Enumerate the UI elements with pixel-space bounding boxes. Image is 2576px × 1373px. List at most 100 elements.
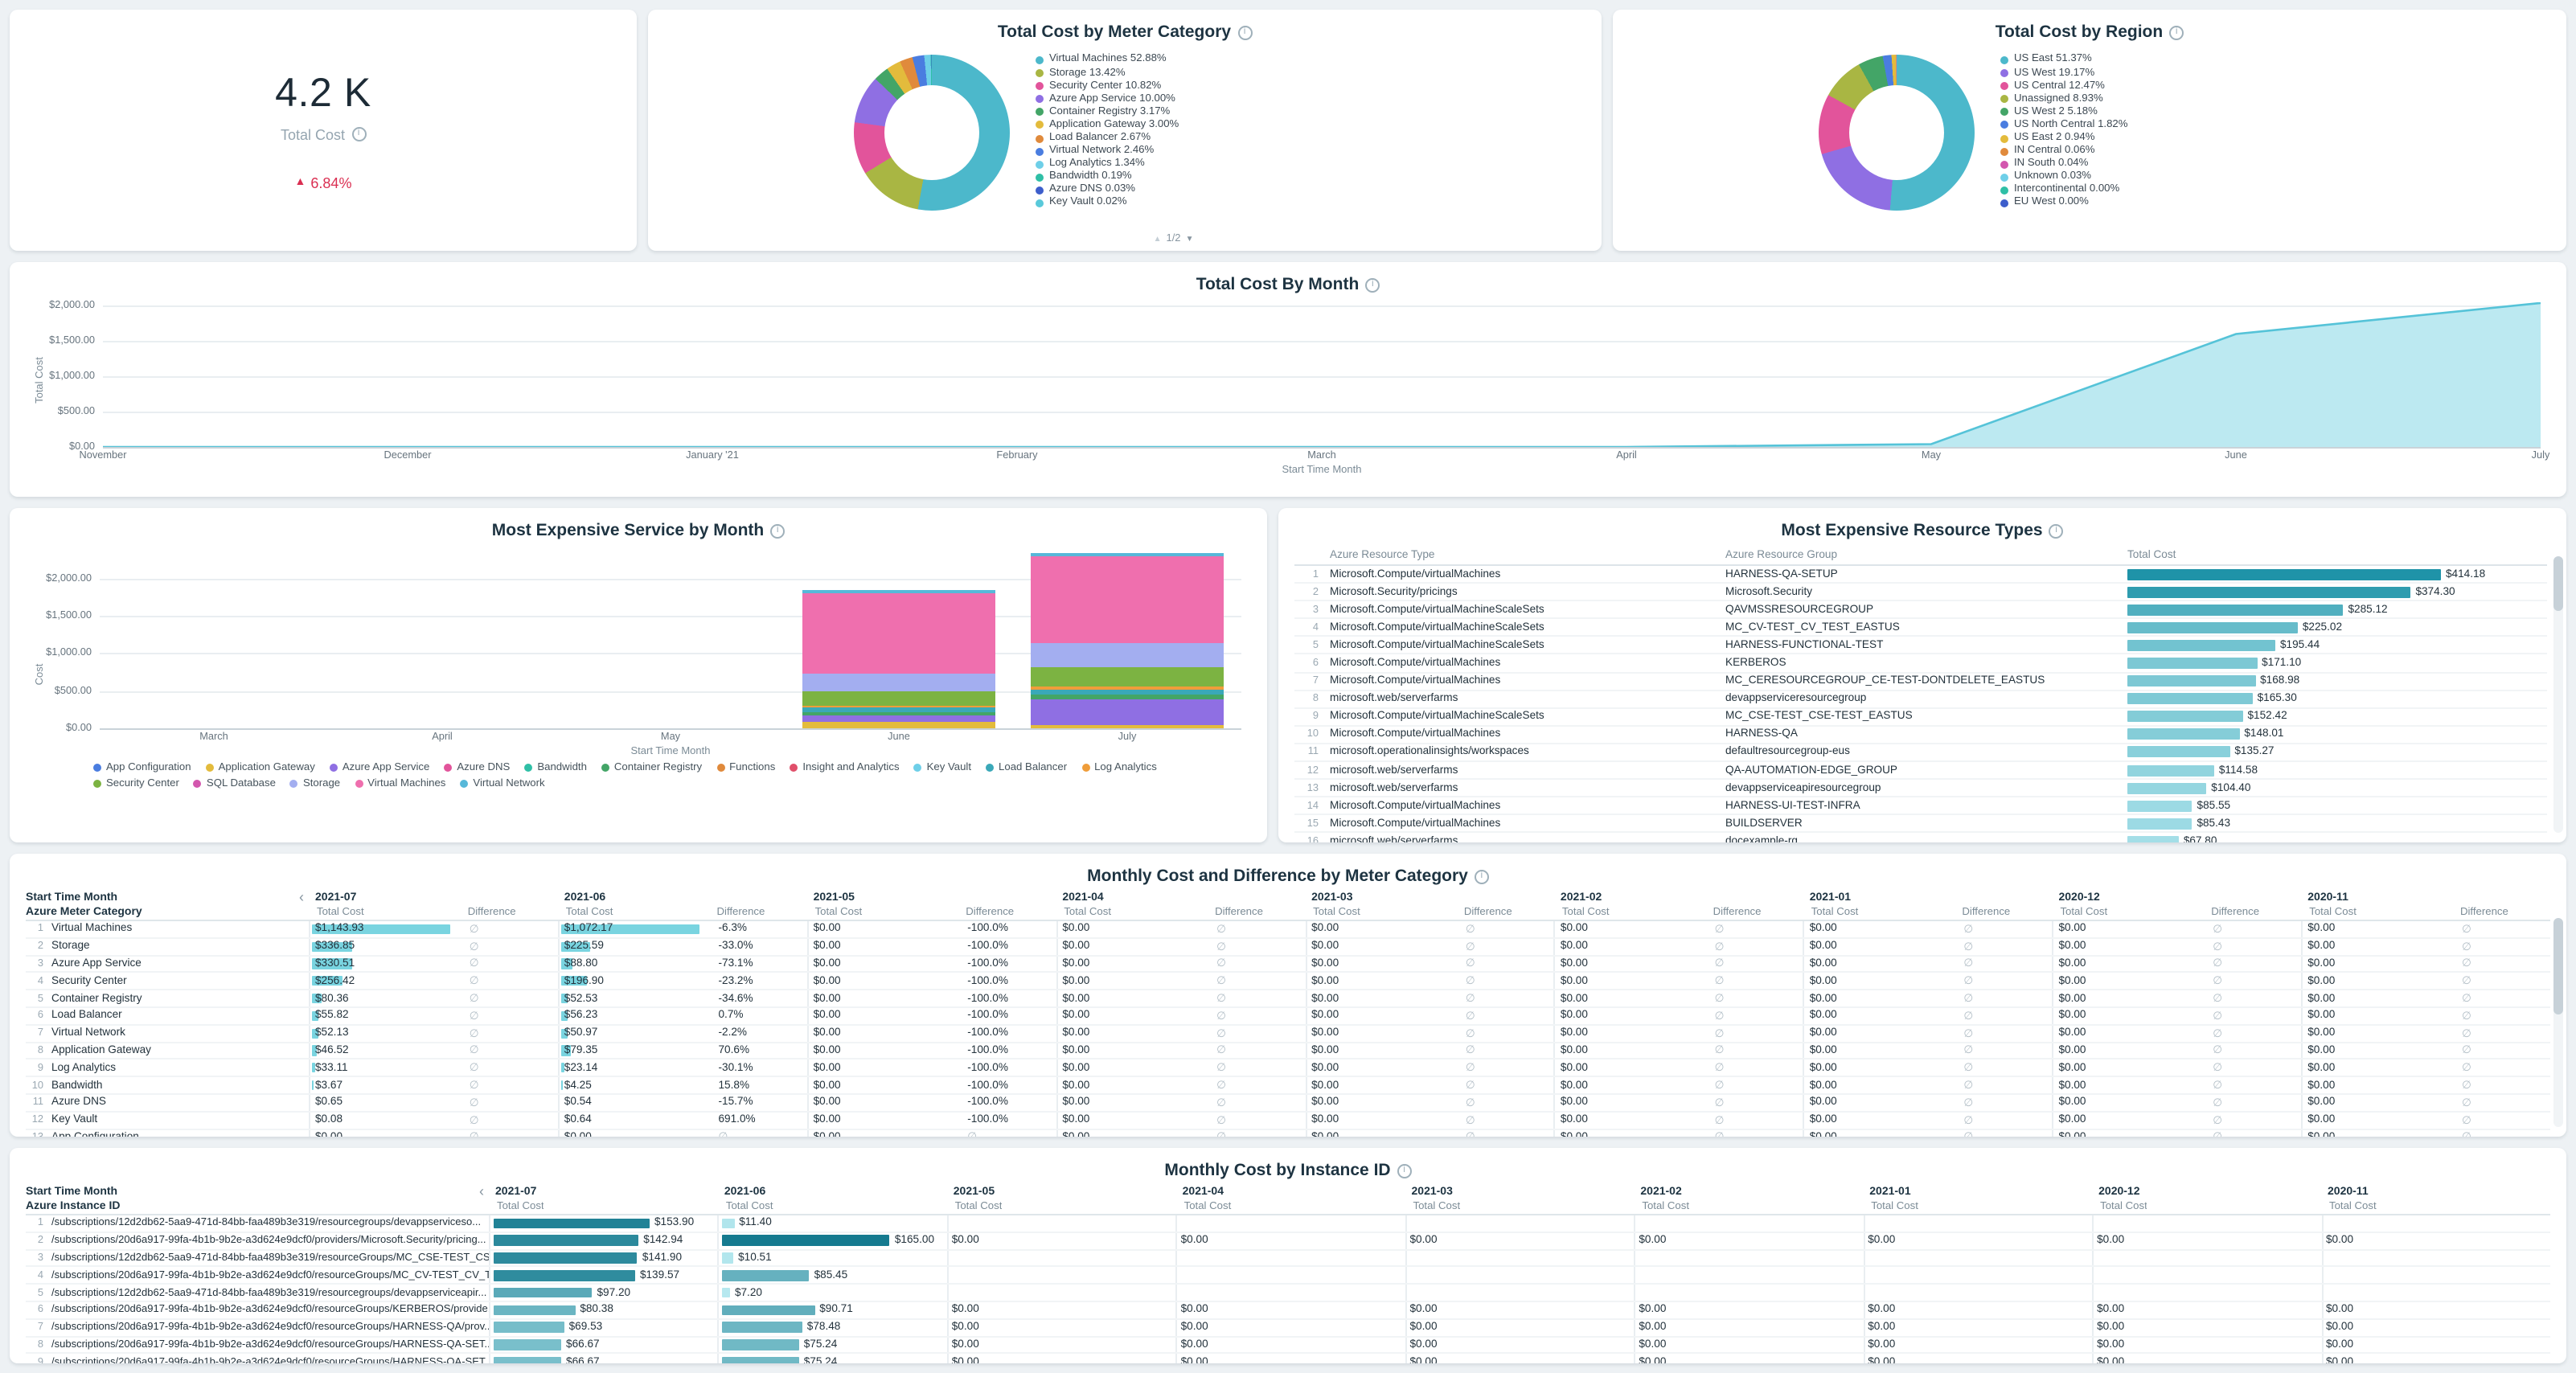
month-header-2021-06[interactable]: 2021-06 — [718, 1186, 947, 1197]
table-row[interactable]: 2/subscriptions/20d6a917-99fa-4b1b-9b2e-… — [26, 1233, 2550, 1251]
sub-column-header[interactable]: Difference — [2454, 907, 2550, 918]
legend-item-us-central[interactable]: US Central 12.47% — [2000, 80, 2329, 92]
table-row[interactable]: 5Container Registry$80.36∅$52.53-34.6%$0… — [26, 990, 2550, 1008]
resource-group-cell[interactable]: HARNESS-QA-SETUP — [1725, 568, 2127, 580]
legend-item-azure-dns[interactable]: Azure DNS — [444, 762, 510, 773]
legend-item-unknown[interactable]: Unknown 0.03% — [2000, 171, 2329, 184]
legend-item-us-east[interactable]: US East 51.37% — [2000, 54, 2329, 67]
instance-id-cell[interactable]: 1/subscriptions/12d2db62-5aa9-471d-84bb-… — [26, 1215, 489, 1232]
resource-type-cell[interactable]: Microsoft.Compute/virtualMachines — [1330, 675, 1725, 686]
bar-segment-azure-app-service[interactable] — [803, 715, 995, 722]
table-row[interactable]: 15Microsoft.Compute/virtualMachinesBUILD… — [1294, 816, 2547, 834]
resource-group-cell[interactable]: HARNESS-UI-TEST-INFRA — [1725, 801, 2127, 812]
instance-id-cell[interactable]: 9/subscriptions/20d6a917-99fa-4b1b-9b2e-… — [26, 1355, 489, 1363]
legend-item-log-analytics[interactable]: Log Analytics 1.34% — [1035, 158, 1364, 170]
month-header-2021-07[interactable]: 2021-07 — [489, 1186, 718, 1197]
legend-item-bandwidth[interactable]: Bandwidth — [524, 762, 587, 773]
legend-item-load-balancer[interactable]: Load Balancer 2.67% — [1035, 132, 1364, 145]
resource-type-cell[interactable]: Microsoft.Compute/virtualMachines — [1330, 568, 1725, 580]
resource-type-cell[interactable]: Microsoft.Compute/virtualMachines — [1330, 658, 1725, 669]
table-row[interactable]: 6/subscriptions/20d6a917-99fa-4b1b-9b2e-… — [26, 1302, 2550, 1320]
legend-item-bandwidth[interactable]: Bandwidth 0.19% — [1035, 171, 1364, 184]
table-row[interactable]: 8/subscriptions/20d6a917-99fa-4b1b-9b2e-… — [26, 1337, 2550, 1355]
table-row[interactable]: 3Microsoft.Compute/virtualMachineScaleSe… — [1294, 601, 2547, 619]
meter-category-cell[interactable]: 7Virtual Network — [26, 1026, 309, 1042]
resource-group-cell[interactable]: HARNESS-FUNCTIONAL-TEST — [1725, 640, 2127, 651]
pager-down-icon[interactable]: ▼ — [1186, 234, 1194, 244]
meter-category-cell[interactable]: 3Azure App Service — [26, 956, 309, 972]
sub-column-header[interactable]: Difference — [1208, 907, 1305, 918]
table-row[interactable]: 5Microsoft.Compute/virtualMachineScaleSe… — [1294, 637, 2547, 655]
resource-group-cell[interactable]: MC_CSE-TEST_CSE-TEST_EASTUS — [1725, 711, 2127, 723]
bar-segment-virtual-machines[interactable] — [803, 593, 995, 674]
resource-type-cell[interactable]: Microsoft.Compute/virtualMachineScaleSet… — [1330, 711, 1725, 723]
resource-type-cell[interactable]: Microsoft.Compute/virtualMachineScaleSet… — [1330, 640, 1725, 651]
legend-item-in-central[interactable]: IN Central 0.06% — [2000, 145, 2329, 158]
resource-type-cell[interactable]: microsoft.web/serverfarms — [1330, 693, 1725, 704]
stacked-bar-april[interactable] — [347, 548, 539, 728]
sub-column-header[interactable]: Difference — [1458, 907, 1554, 918]
meter-category-cell[interactable]: 13App Configuration — [26, 1129, 309, 1137]
legend-item-intercontinental[interactable]: Intercontinental 0.00% — [2000, 184, 2329, 197]
column-header-resource-group[interactable]: Azure Resource Group — [1725, 550, 2127, 561]
sub-column-header[interactable]: Difference — [1707, 907, 1803, 918]
area-chart-svg[interactable] — [103, 302, 2541, 447]
legend-pager[interactable]: ▲ 1/2 ▼ — [1154, 233, 1194, 244]
legend-item-storage[interactable]: Storage — [290, 778, 340, 789]
bar-segment-container-registry[interactable] — [1032, 694, 1224, 700]
table-row[interactable]: 7Microsoft.Compute/virtualMachinesMC_CER… — [1294, 673, 2547, 691]
previous-months-chevron-icon[interactable]: ‹ — [299, 889, 309, 905]
month-header-2020-11[interactable]: 2020-11 — [2301, 891, 2550, 903]
month-header-2021-06[interactable]: 2021-06 — [558, 891, 807, 903]
sub-column-header[interactable]: Difference — [1955, 907, 2052, 918]
table-row[interactable]: 3/subscriptions/12d2db62-5aa9-471d-84bb-… — [26, 1250, 2550, 1268]
bar-segment-application-gateway[interactable] — [803, 723, 995, 728]
info-icon[interactable]: i — [351, 127, 366, 141]
sub-column-header[interactable]: Total Cost — [2094, 1201, 2147, 1212]
month-header-2020-11[interactable]: 2020-11 — [2321, 1186, 2550, 1197]
meter-category-cell[interactable]: 5Container Registry — [26, 990, 309, 1006]
bar-segment-virtual-machines[interactable] — [1032, 557, 1224, 643]
sub-column-header[interactable]: Total Cost — [720, 1201, 773, 1212]
info-icon[interactable]: i — [2169, 25, 2184, 39]
info-icon[interactable]: i — [1397, 1163, 1412, 1178]
sub-column-header[interactable]: Total Cost — [1556, 907, 1707, 918]
bar-segment-azure-app-service[interactable] — [1032, 700, 1224, 725]
resource-group-cell[interactable]: HARNESS-QA — [1725, 729, 2127, 740]
table-row[interactable]: 9Microsoft.Compute/virtualMachineScaleSe… — [1294, 709, 2547, 727]
instance-id-cell[interactable]: 4/subscriptions/20d6a917-99fa-4b1b-9b2e-… — [26, 1268, 489, 1284]
month-header-2021-07[interactable]: 2021-07 — [309, 891, 558, 903]
sub-column-header[interactable]: Total Cost — [809, 907, 960, 918]
info-icon[interactable]: i — [1237, 25, 1252, 39]
table-row[interactable]: 4Security Center$256.42∅$196.90-23.2%$0.… — [26, 973, 2550, 991]
resource-group-cell[interactable]: MC_CV-TEST_CV_TEST_EASTUS — [1725, 622, 2127, 633]
info-icon[interactable]: i — [1365, 277, 1380, 292]
meter-category-cell[interactable]: 8Application Gateway — [26, 1043, 309, 1059]
sub-column-header[interactable]: Total Cost — [1864, 1201, 1918, 1212]
sub-column-header[interactable]: Difference — [711, 907, 807, 918]
legend-item-us-east-2[interactable]: US East 2 0.94% — [2000, 132, 2329, 145]
instance-id-cell[interactable]: 7/subscriptions/20d6a917-99fa-4b1b-9b2e-… — [26, 1320, 489, 1336]
resource-group-cell[interactable]: Microsoft.Security — [1725, 586, 2127, 597]
legend-item-azure-dns[interactable]: Azure DNS 0.03% — [1035, 184, 1364, 197]
legend-item-sql-database[interactable]: SQL Database — [194, 778, 276, 789]
sub-column-header[interactable]: Total Cost — [1805, 907, 1956, 918]
table-row[interactable]: 14Microsoft.Compute/virtualMachinesHARNE… — [1294, 797, 2547, 815]
legend-item-us-west-2[interactable]: US West 2 5.18% — [2000, 106, 2329, 119]
sub-column-header[interactable]: Total Cost — [1306, 907, 1458, 918]
resource-group-cell[interactable]: BUILDSERVER — [1725, 818, 2127, 830]
resource-group-cell[interactable]: KERBEROS — [1725, 658, 2127, 669]
table-row[interactable]: 16microsoft.web/serverfarmsdocexample-rg… — [1294, 834, 2547, 842]
legend-item-azure-app-service[interactable]: Azure App Service — [330, 762, 430, 773]
legend-item-key-vault[interactable]: Key Vault — [914, 762, 971, 773]
legend-item-security-center[interactable]: Security Center 10.82% — [1035, 80, 1364, 92]
vertical-scrollbar[interactable] — [2553, 556, 2563, 833]
sub-column-header[interactable]: Total Cost — [949, 1201, 1003, 1212]
bar-segment-security-center[interactable] — [1032, 668, 1224, 687]
legend-item-container-registry[interactable]: Container Registry — [601, 762, 702, 773]
info-icon[interactable]: i — [770, 523, 785, 538]
previous-months-chevron-icon[interactable]: ‹ — [479, 1183, 489, 1199]
legend-item-us-north-central[interactable]: US North Central 1.82% — [2000, 119, 2329, 132]
instance-id-cell[interactable]: 6/subscriptions/20d6a917-99fa-4b1b-9b2e-… — [26, 1302, 489, 1318]
month-header-2020-12[interactable]: 2020-12 — [2092, 1186, 2321, 1197]
